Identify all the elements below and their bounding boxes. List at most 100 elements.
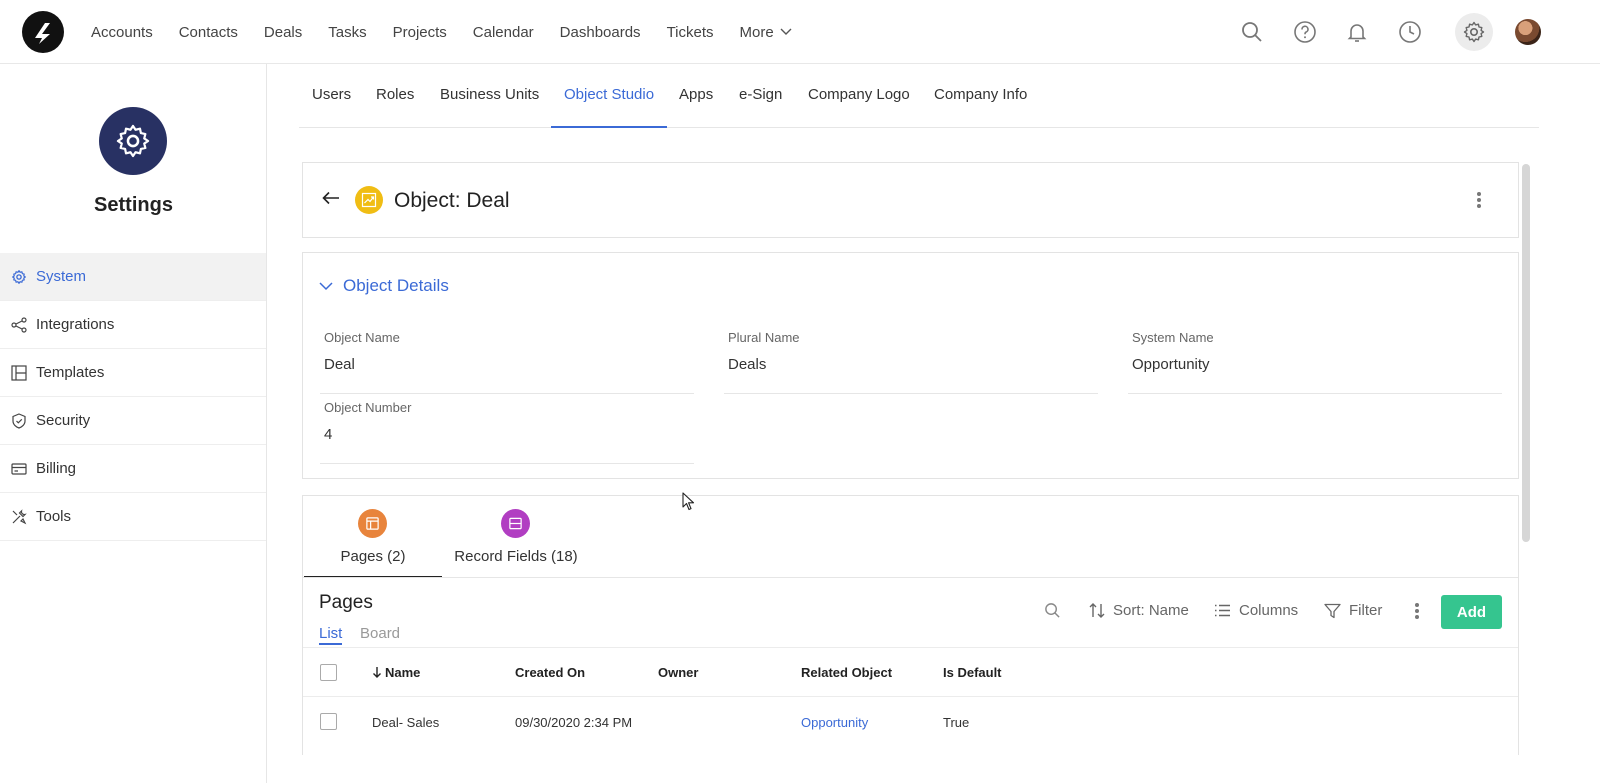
mouse-cursor-icon — [682, 492, 695, 511]
nav-accounts[interactable]: Accounts — [91, 24, 153, 41]
field-label: Object Number — [324, 400, 412, 415]
nav-more-label: More — [739, 23, 774, 41]
sidebar-item-label: Integrations — [36, 316, 115, 333]
field-system-name[interactable]: System Name Opportunity — [1128, 330, 1502, 394]
sort-button[interactable]: Sort: Name — [1089, 602, 1189, 619]
list-title: Pages — [319, 592, 373, 613]
view-list-tab[interactable]: List — [319, 625, 343, 645]
select-all-checkbox[interactable] — [320, 664, 337, 681]
deal-trend-icon — [355, 186, 383, 214]
object-details-card: Object Details Object Name Deal Plural N… — [302, 252, 1519, 479]
sidebar-item-label: Security — [36, 412, 91, 429]
back-arrow-icon[interactable] — [321, 189, 341, 212]
sidebar-item-security[interactable]: Security — [0, 397, 266, 445]
object-details-toggle[interactable]: Object Details — [319, 276, 449, 296]
nav-calendar[interactable]: Calendar — [473, 24, 534, 41]
nav-dashboards[interactable]: Dashboards — [560, 24, 641, 41]
sort-icon — [1089, 603, 1105, 618]
columns-label: Columns — [1239, 602, 1299, 619]
sidebar-item-system[interactable]: System — [0, 253, 266, 301]
column-header-created-on[interactable]: Created On — [515, 665, 585, 680]
more-options-icon[interactable] — [1476, 190, 1482, 212]
tab-users[interactable]: Users — [312, 64, 351, 128]
field-label: Plural Name — [728, 330, 800, 345]
page-layout-icon — [358, 509, 387, 538]
object-header-card: Object: Deal — [302, 162, 1519, 238]
column-header-label: Name — [385, 665, 421, 680]
tab-object-studio[interactable]: Object Studio — [551, 64, 668, 128]
tab-company-info[interactable]: Company Info — [934, 64, 1027, 128]
subtabs-divider — [303, 577, 1518, 578]
main-nav: Accounts Contacts Deals Tasks Projects C… — [91, 0, 818, 64]
sidebar-item-label: System — [36, 268, 87, 285]
column-header-is-default[interactable]: Is Default — [943, 665, 1002, 680]
subtab-record-fields[interactable]: Record Fields (18) — [442, 496, 590, 578]
user-avatar[interactable] — [1515, 19, 1541, 45]
column-header-related-object[interactable]: Related Object — [801, 665, 892, 680]
record-fields-icon — [501, 509, 530, 538]
field-object-number[interactable]: Object Number 4 — [320, 400, 694, 464]
sidebar-item-label: Templates — [36, 364, 105, 381]
nav-deals[interactable]: Deals — [264, 24, 302, 41]
app-logo[interactable] — [22, 11, 64, 53]
cell-created-on: 09/30/2020 2:34 PM — [515, 715, 633, 730]
add-button[interactable]: Add — [1441, 595, 1502, 629]
table-row[interactable]: Deal- Sales 09/30/2020 2:34 PM Opportuni… — [303, 697, 1518, 747]
sidebar-item-label: Tools — [36, 508, 72, 525]
card-icon — [10, 460, 28, 478]
nav-tasks[interactable]: Tasks — [328, 24, 366, 41]
columns-button[interactable]: Columns — [1214, 602, 1298, 619]
cell-name[interactable]: Deal- Sales — [372, 715, 439, 730]
subtab-label: Record Fields (18) — [454, 548, 578, 565]
tab-company-logo[interactable]: Company Logo — [808, 64, 910, 128]
sidebar-item-label: Billing — [36, 460, 77, 477]
nav-contacts[interactable]: Contacts — [179, 24, 238, 41]
subtab-pages[interactable]: Pages (2) — [304, 496, 442, 578]
field-label: Object Name — [324, 330, 400, 345]
sidebar-item-billing[interactable]: Billing — [0, 445, 266, 493]
filter-icon — [1324, 603, 1341, 618]
list-more-options-icon[interactable] — [1414, 601, 1420, 623]
table-header: Name Created On Owner Related Object Is … — [303, 647, 1518, 697]
shield-icon — [10, 412, 28, 430]
filter-button[interactable]: Filter — [1324, 602, 1382, 619]
search-icon[interactable] — [1233, 13, 1271, 51]
tools-icon — [10, 508, 28, 526]
field-value: Opportunity — [1132, 356, 1210, 373]
settings-gear-icon[interactable] — [1455, 13, 1493, 51]
share-icon — [10, 316, 28, 334]
settings-badge-icon — [99, 107, 167, 175]
tab-apps[interactable]: Apps — [679, 64, 713, 128]
row-checkbox[interactable] — [320, 713, 337, 730]
arrow-down-icon — [373, 667, 381, 678]
tab-business-units[interactable]: Business Units — [440, 64, 539, 128]
clock-icon[interactable] — [1391, 13, 1429, 51]
settings-sidebar: Settings System Integrations Templates S… — [0, 64, 267, 783]
list-search-icon[interactable] — [1044, 602, 1069, 619]
bell-icon[interactable] — [1338, 13, 1376, 51]
nav-tickets[interactable]: Tickets — [667, 24, 714, 41]
object-related-card: Pages (2) Record Fields (18) Pages List … — [302, 495, 1519, 755]
columns-icon — [1215, 604, 1230, 617]
chevron-down-icon — [780, 28, 792, 35]
object-title: Object: Deal — [394, 189, 510, 212]
content-scrollbar[interactable] — [1522, 164, 1530, 542]
view-board-tab[interactable]: Board — [360, 625, 400, 642]
layout-icon — [10, 364, 28, 382]
cell-related-object[interactable]: Opportunity — [801, 715, 868, 730]
column-header-name[interactable]: Name — [372, 665, 420, 680]
nav-projects[interactable]: Projects — [393, 24, 447, 41]
tab-roles[interactable]: Roles — [376, 64, 414, 128]
sidebar-item-templates[interactable]: Templates — [0, 349, 266, 397]
sidebar-item-integrations[interactable]: Integrations — [0, 301, 266, 349]
subtab-label: Pages (2) — [340, 548, 406, 565]
tab-e-sign[interactable]: e-Sign — [739, 64, 782, 128]
field-value: Deals — [728, 356, 767, 373]
column-header-owner[interactable]: Owner — [658, 665, 698, 680]
help-icon[interactable] — [1286, 13, 1324, 51]
nav-more[interactable]: More — [740, 24, 792, 41]
sidebar-item-tools[interactable]: Tools — [0, 493, 266, 541]
field-value: 4 — [324, 426, 333, 443]
field-plural-name[interactable]: Plural Name Deals — [724, 330, 1098, 394]
field-object-name[interactable]: Object Name Deal — [320, 330, 694, 394]
